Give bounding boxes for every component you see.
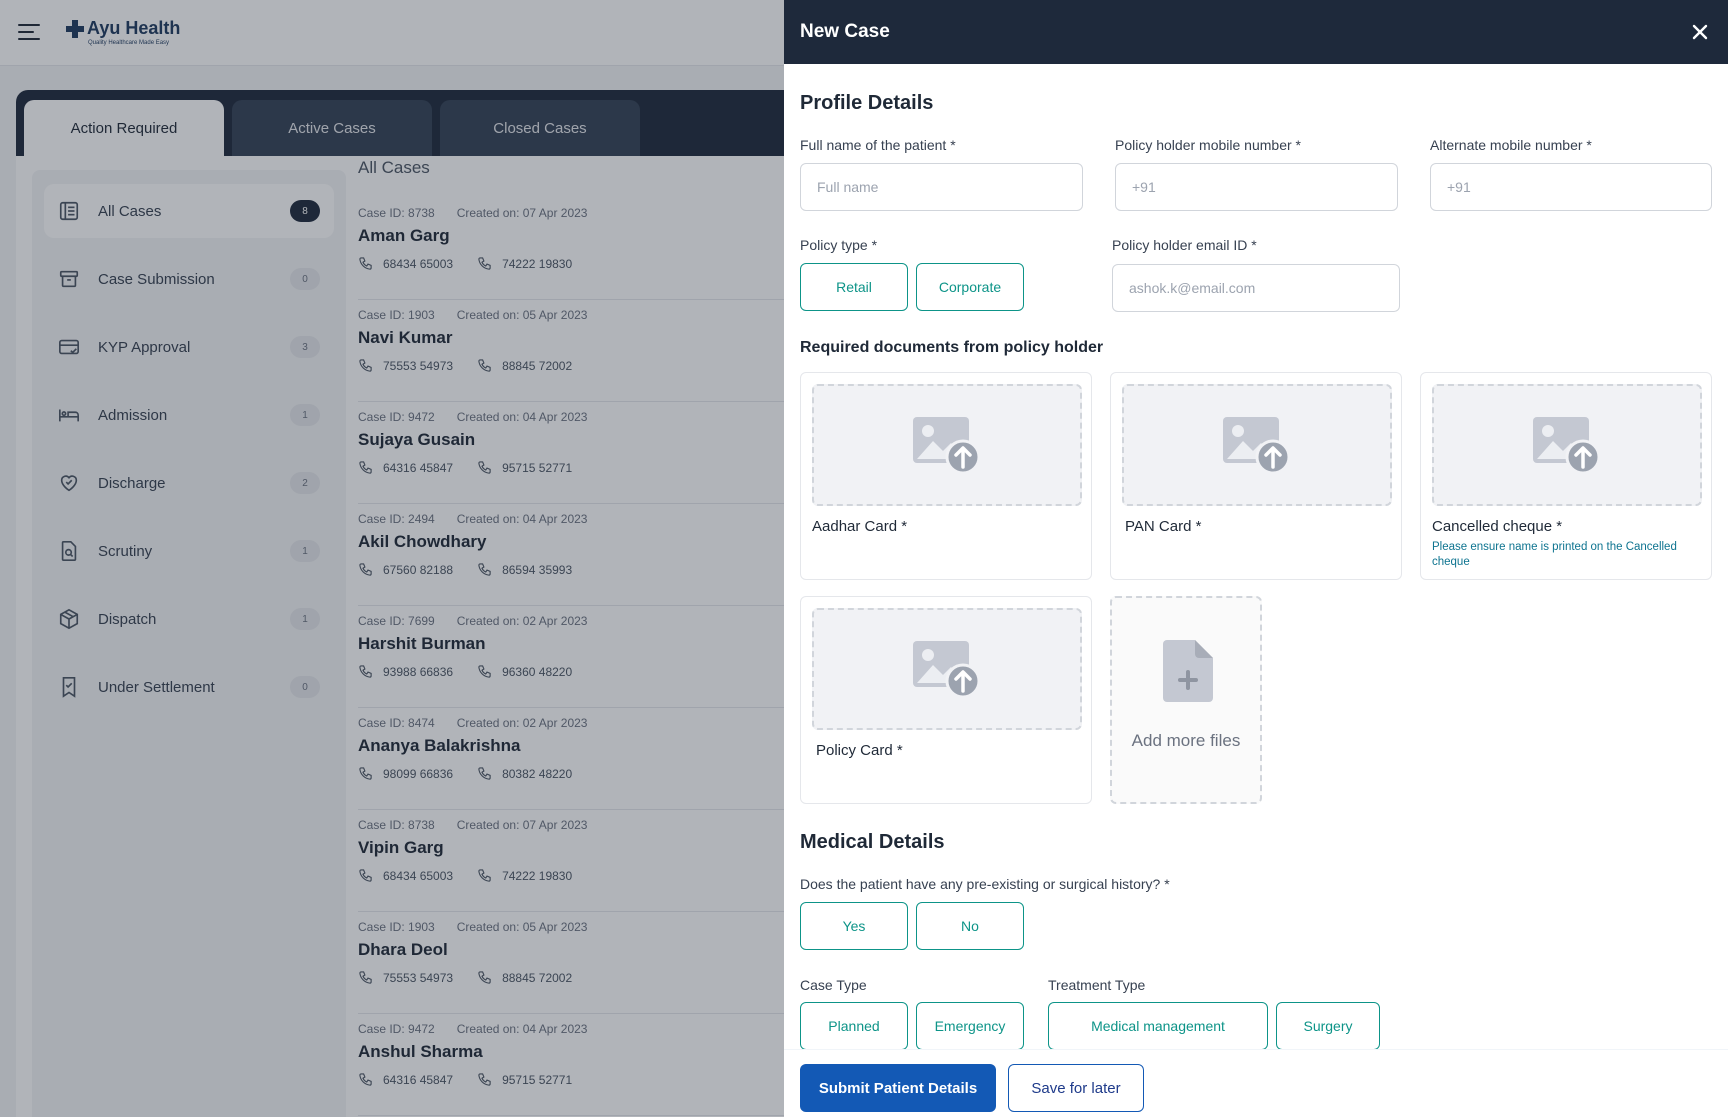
history-question: Does the patient have any pre-existing o… bbox=[800, 876, 1170, 892]
doc-note: Please ensure name is printed on the Can… bbox=[1432, 541, 1677, 568]
upload-dropzone[interactable] bbox=[1122, 384, 1392, 506]
aadhar-card-upload: Aadhar Card * bbox=[800, 372, 1092, 580]
upload-dropzone[interactable] bbox=[1432, 384, 1702, 506]
add-more-files-label: Add more files bbox=[1131, 731, 1241, 750]
alt-mobile-input[interactable] bbox=[1430, 163, 1712, 211]
profile-details-heading: Profile Details bbox=[800, 92, 934, 114]
add-file-icon bbox=[1163, 640, 1213, 702]
documents-heading: Required documents from policy holder bbox=[800, 339, 1104, 356]
doc-label: PAN Card * bbox=[1125, 518, 1202, 535]
medical-details-heading: Medical Details bbox=[800, 831, 945, 853]
new-case-drawer: New Case Profile Details Full name of th… bbox=[784, 0, 1728, 1117]
case-type-planned-button[interactable]: Planned bbox=[800, 1002, 908, 1049]
image-upload-icon bbox=[1533, 417, 1601, 475]
history-yes-button[interactable]: Yes bbox=[800, 902, 908, 950]
treatment-medical-management-button[interactable]: Medical management bbox=[1048, 1002, 1268, 1049]
drawer-body: Profile Details Full name of the patient… bbox=[800, 64, 1712, 1049]
drawer-footer: Submit Patient Details Save for later bbox=[784, 1049, 1728, 1117]
case-type-emergency-button[interactable]: Emergency bbox=[916, 1002, 1024, 1049]
save-for-later-button[interactable]: Save for later bbox=[1008, 1064, 1144, 1112]
doc-label: Cancelled cheque * bbox=[1432, 518, 1563, 535]
close-icon[interactable] bbox=[1688, 20, 1712, 44]
email-input[interactable] bbox=[1112, 264, 1400, 312]
pan-card-upload: PAN Card * bbox=[1110, 372, 1402, 580]
policy-type-corporate-button[interactable]: Corporate bbox=[916, 263, 1024, 311]
add-more-files-button[interactable]: Add more files bbox=[1110, 596, 1262, 804]
policy-type-retail-button[interactable]: Retail bbox=[800, 263, 908, 311]
full-name-label: Full name of the patient * bbox=[800, 137, 956, 153]
drawer-title: New Case bbox=[800, 21, 890, 42]
upload-dropzone[interactable] bbox=[812, 384, 1082, 506]
mobile-label: Policy holder mobile number * bbox=[1115, 137, 1301, 153]
image-upload-icon bbox=[1223, 417, 1291, 475]
mobile-input[interactable] bbox=[1115, 163, 1398, 211]
doc-label: Aadhar Card * bbox=[812, 518, 908, 535]
upload-dropzone[interactable] bbox=[812, 608, 1082, 730]
submit-patient-details-button[interactable]: Submit Patient Details bbox=[800, 1064, 996, 1112]
cancelled-cheque-upload: Cancelled cheque * Please ensure name is… bbox=[1420, 372, 1712, 580]
doc-label: Policy Card * bbox=[816, 742, 903, 759]
history-no-button[interactable]: No bbox=[916, 902, 1024, 950]
policy-card-upload: Policy Card * bbox=[800, 596, 1092, 804]
treatment-surgery-button[interactable]: Surgery bbox=[1276, 1002, 1380, 1049]
policy-type-label: Policy type * bbox=[800, 237, 878, 253]
case-type-label: Case Type bbox=[800, 977, 867, 993]
drawer-header: New Case bbox=[784, 0, 1728, 64]
email-label: Policy holder email ID * bbox=[1112, 237, 1257, 253]
alt-mobile-label: Alternate mobile number * bbox=[1430, 137, 1592, 153]
full-name-input[interactable] bbox=[800, 163, 1083, 211]
image-upload-icon bbox=[913, 417, 981, 475]
treatment-type-label: Treatment Type bbox=[1048, 977, 1146, 993]
image-upload-icon bbox=[913, 641, 981, 699]
